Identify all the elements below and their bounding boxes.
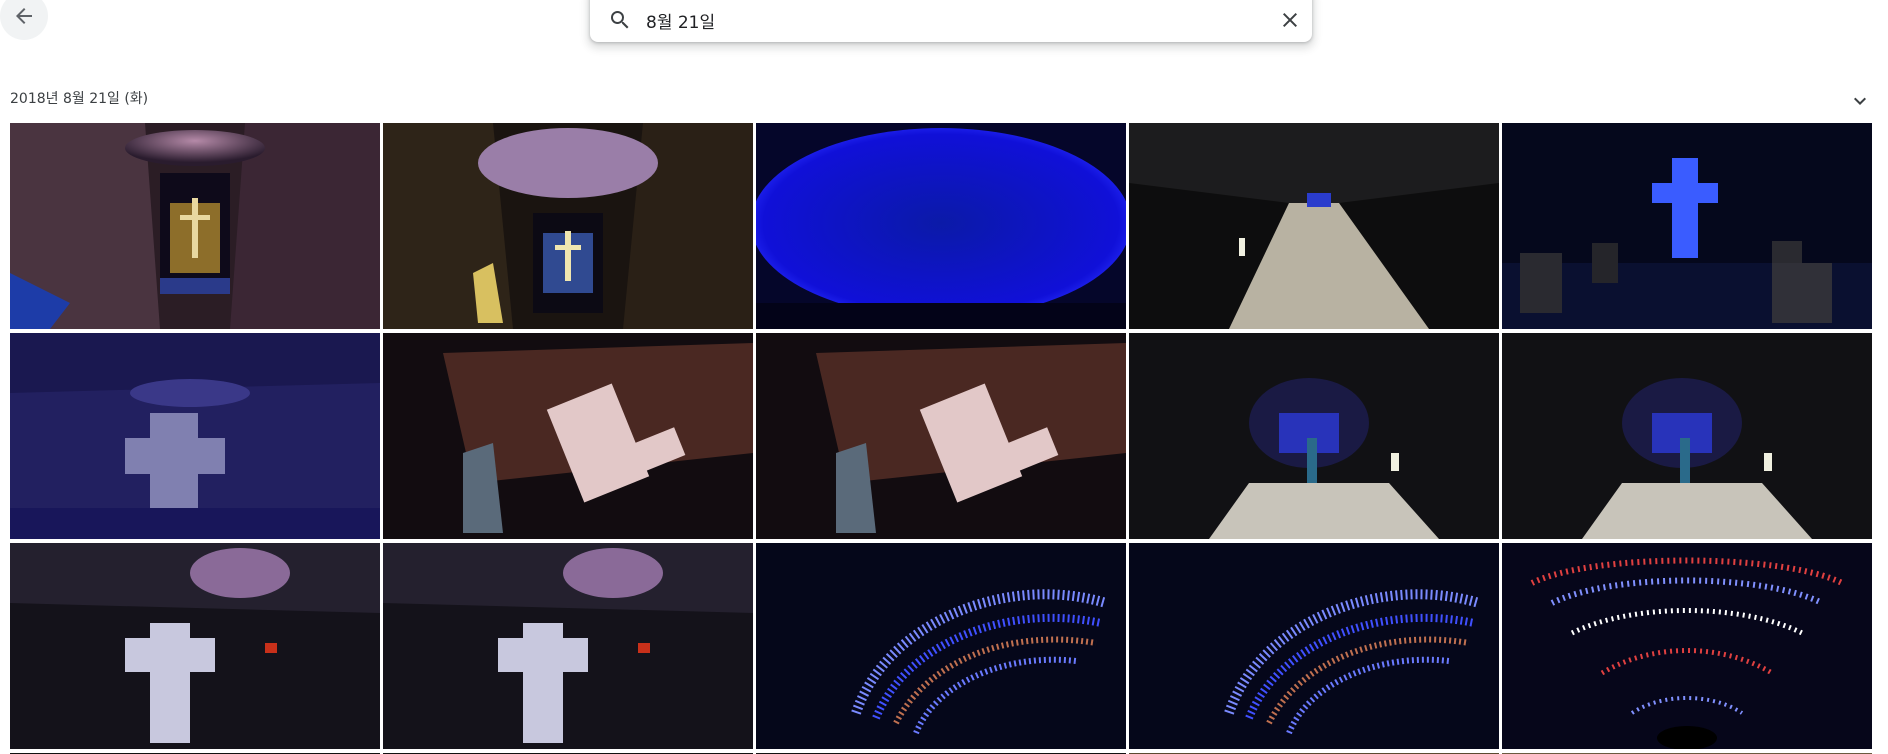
photo-thumbnail[interactable] bbox=[1502, 333, 1872, 539]
back-button[interactable] bbox=[0, 0, 48, 40]
date-section-title: 2018년 8월 21일 (화) bbox=[10, 91, 149, 107]
photo-thumbnail[interactable] bbox=[1502, 123, 1872, 329]
photo-thumbnail[interactable] bbox=[383, 333, 753, 539]
photo-thumbnail[interactable] bbox=[1129, 543, 1499, 749]
close-icon[interactable] bbox=[1278, 8, 1302, 32]
photo-thumbnail[interactable] bbox=[10, 333, 380, 539]
photo-thumbnail[interactable] bbox=[756, 543, 1126, 749]
photo-thumbnail[interactable] bbox=[756, 333, 1126, 539]
photo-thumbnail[interactable] bbox=[1129, 123, 1499, 329]
arrow-back-icon bbox=[16, 8, 32, 24]
photo-thumbnail[interactable] bbox=[10, 123, 380, 329]
photo-thumbnail[interactable] bbox=[756, 123, 1126, 329]
search-bar bbox=[590, 0, 1312, 42]
photo-thumbnail[interactable] bbox=[383, 123, 753, 329]
photo-thumbnail[interactable] bbox=[383, 543, 753, 749]
chevron-down-icon[interactable] bbox=[1848, 89, 1872, 113]
photo-thumbnail[interactable] bbox=[10, 543, 380, 749]
search-input[interactable] bbox=[646, 10, 1226, 30]
photo-thumbnail[interactable] bbox=[1502, 543, 1872, 749]
search-icon[interactable] bbox=[608, 8, 632, 32]
photo-thumbnail[interactable] bbox=[1129, 333, 1499, 539]
